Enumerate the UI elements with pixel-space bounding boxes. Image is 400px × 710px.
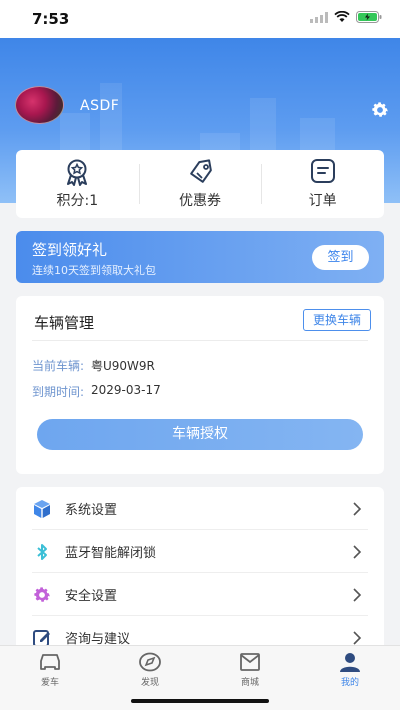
chevron-right-icon [353,587,362,602]
user-name: ASDF [80,98,120,114]
checkin-title: 签到领好礼 [32,241,108,259]
tab-label: 爱车 [40,678,59,688]
stat-coupons-label: 优惠券 [179,193,221,209]
tab-label: 发现 [140,678,159,688]
signal-icon [310,11,328,23]
home-indicator [131,699,269,703]
tab-car[interactable]: 爱车 [0,646,100,710]
menu-label: 系统设置 [65,503,118,518]
stat-orders-label: 订单 [308,193,337,209]
chevron-right-icon [353,544,362,559]
bluetooth-icon [37,543,47,560]
mail-icon [240,653,260,671]
menu-item-security-settings[interactable]: 安全设置 [16,573,384,616]
checkin-button[interactable]: 签到 [312,245,369,270]
battery-icon [356,11,382,23]
vehicle-card: 车辆管理 更换车辆 当前车辆: 粤U90W9R 到期时间: 2029-03-17… [16,296,384,474]
coupon-tag-icon [190,159,212,183]
tab-label: 商城 [240,678,259,688]
stat-points[interactable]: 积分:1 [16,150,139,218]
chevron-right-icon [353,630,362,645]
stat-points-label: 积分:1 [56,193,99,209]
menu-label: 蓝牙智能解闭锁 [65,546,157,561]
menu-item-system-settings[interactable]: 系统设置 [16,487,384,530]
gear-icon[interactable] [370,100,390,120]
checkin-subtitle: 连续10天签到领取大礼包 [32,264,156,277]
stat-orders[interactable]: 订单 [261,150,384,218]
menu-item-feedback[interactable]: 咨询与建议 [16,616,384,647]
gear-icon [34,586,50,602]
compass-icon [139,652,161,672]
current-vehicle-label: 当前车辆: [32,359,85,373]
chevron-right-icon [353,501,362,516]
status-time: 7:53 [32,10,70,28]
car-icon [40,654,60,670]
divider [32,340,368,341]
medal-icon [67,159,88,186]
status-icons [310,11,382,23]
change-vehicle-button[interactable]: 更换车辆 [303,309,371,331]
status-bar: 7:53 [0,0,400,38]
tab-mine[interactable]: 我的 [300,646,400,710]
tab-label: 我的 [340,678,359,688]
menu-label: 安全设置 [65,589,118,604]
expire-date-label: 到期时间: [32,385,85,399]
expire-date-value: 2029-03-17 [91,383,161,397]
order-icon [310,159,335,183]
vehicle-auth-button[interactable]: 车辆授权 [37,419,363,450]
avatar[interactable] [15,86,64,124]
person-icon [340,653,360,672]
menu-item-bluetooth[interactable]: 蓝牙智能解闭锁 [16,530,384,573]
stats-card: 积分:1 优惠券 订单 [16,150,384,218]
vehicle-title: 车辆管理 [34,314,95,332]
cube-icon [34,499,50,518]
current-vehicle-value: 粤U90W9R [91,359,155,373]
stat-coupons[interactable]: 优惠券 [138,150,262,218]
wifi-icon [334,11,350,22]
checkin-banner: 签到领好礼 连续10天签到领取大礼包 签到 [16,231,384,283]
menu-list: 系统设置 蓝牙智能解闭锁 安全设置 咨询与建议 [16,487,384,647]
